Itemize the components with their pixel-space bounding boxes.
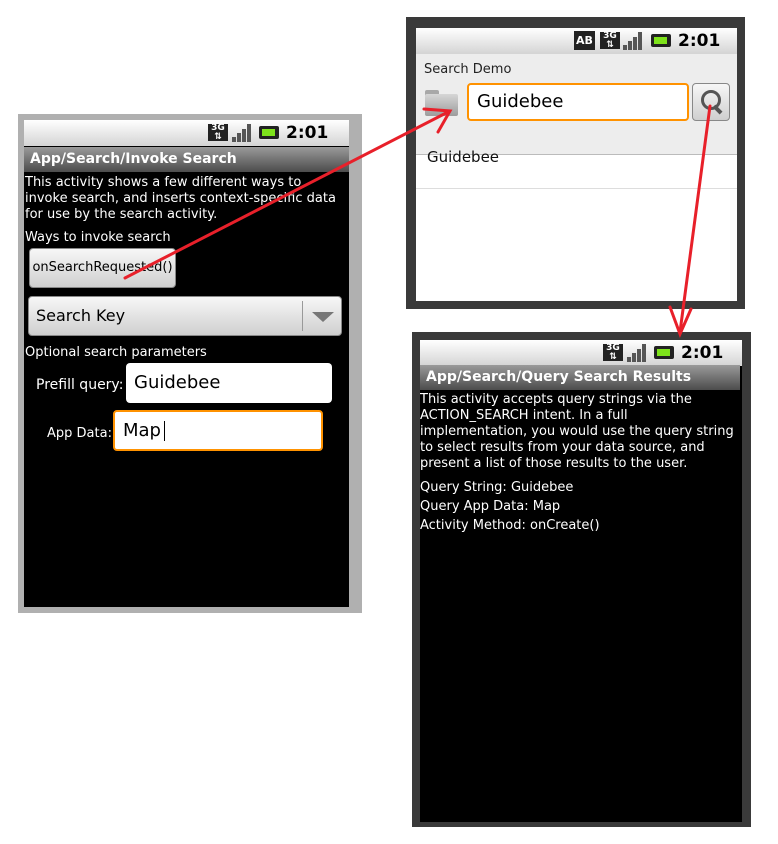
app-data-input[interactable]: Map bbox=[113, 410, 323, 451]
battery-icon bbox=[259, 126, 279, 139]
search-query-input[interactable]: Guidebee bbox=[467, 83, 689, 121]
status-bar: 3G⇅ 2:01 PM bbox=[420, 340, 742, 381]
dropdown-divider bbox=[302, 301, 303, 331]
search-key-selected: Search Key bbox=[36, 306, 126, 325]
search-key-dropdown[interactable]: Search Key bbox=[28, 296, 342, 336]
prefill-query-label: Prefill query: bbox=[36, 377, 124, 393]
activity-title: App/Search/Query Search Results bbox=[420, 365, 740, 390]
3g-icon: 3G ⇅ bbox=[603, 344, 623, 362]
prefill-query-input[interactable]: Guidebee bbox=[126, 363, 332, 403]
query-app-data-text: Query App Data: Map bbox=[420, 499, 561, 514]
3g-icon: 3G ⇅ bbox=[208, 124, 228, 142]
query-string-text: Query String: Guidebee bbox=[420, 480, 574, 495]
ways-label: Ways to invoke search bbox=[25, 230, 171, 245]
signal-icon bbox=[232, 123, 254, 142]
battery-icon bbox=[651, 34, 671, 47]
screen-invoke-search: 3G⇅ 2:01 PM App/Search/Invoke Search Thi… bbox=[24, 120, 349, 607]
activity-method-text: Activity Method: onCreate() bbox=[420, 518, 600, 533]
activity-description: This activity accepts query strings via … bbox=[420, 392, 734, 471]
battery-icon bbox=[654, 346, 674, 359]
screen-search-demo: AB 3G⇅ 2:01 PM Search Demo Guidebee Guid… bbox=[416, 28, 737, 301]
optional-parameters-label: Optional search parameters bbox=[25, 345, 207, 360]
suggestion-item[interactable]: Guidebee bbox=[416, 150, 737, 188]
text-cursor bbox=[164, 421, 165, 441]
activity-title: App/Search/Invoke Search bbox=[24, 147, 349, 172]
app-data-value: Map bbox=[123, 420, 161, 441]
search-button[interactable] bbox=[692, 83, 730, 121]
screen-query-results: 3G⇅ 2:01 PM App/Search/Query Search Resu… bbox=[420, 340, 742, 822]
status-bar: 3G⇅ 2:01 PM bbox=[24, 120, 349, 161]
signal-icon bbox=[623, 31, 645, 50]
activity-description: This activity shows a few different ways… bbox=[25, 175, 336, 222]
suggestion-divider bbox=[416, 188, 737, 189]
search-demo-header: Search Demo bbox=[424, 62, 512, 77]
folder-icon[interactable] bbox=[425, 90, 458, 116]
search-icon-handle bbox=[712, 104, 723, 115]
signal-icon bbox=[627, 343, 649, 362]
ab-icon: AB bbox=[574, 31, 595, 50]
arrow-head-results bbox=[668, 305, 693, 338]
on-search-requested-button[interactable]: onSearchRequested() bbox=[29, 248, 176, 288]
status-bar: AB 3G⇅ 2:01 PM bbox=[416, 28, 737, 69]
app-data-label: App Data: bbox=[47, 426, 112, 441]
3g-icon: 3G ⇅ bbox=[600, 32, 620, 50]
chevron-down-icon bbox=[312, 312, 334, 322]
